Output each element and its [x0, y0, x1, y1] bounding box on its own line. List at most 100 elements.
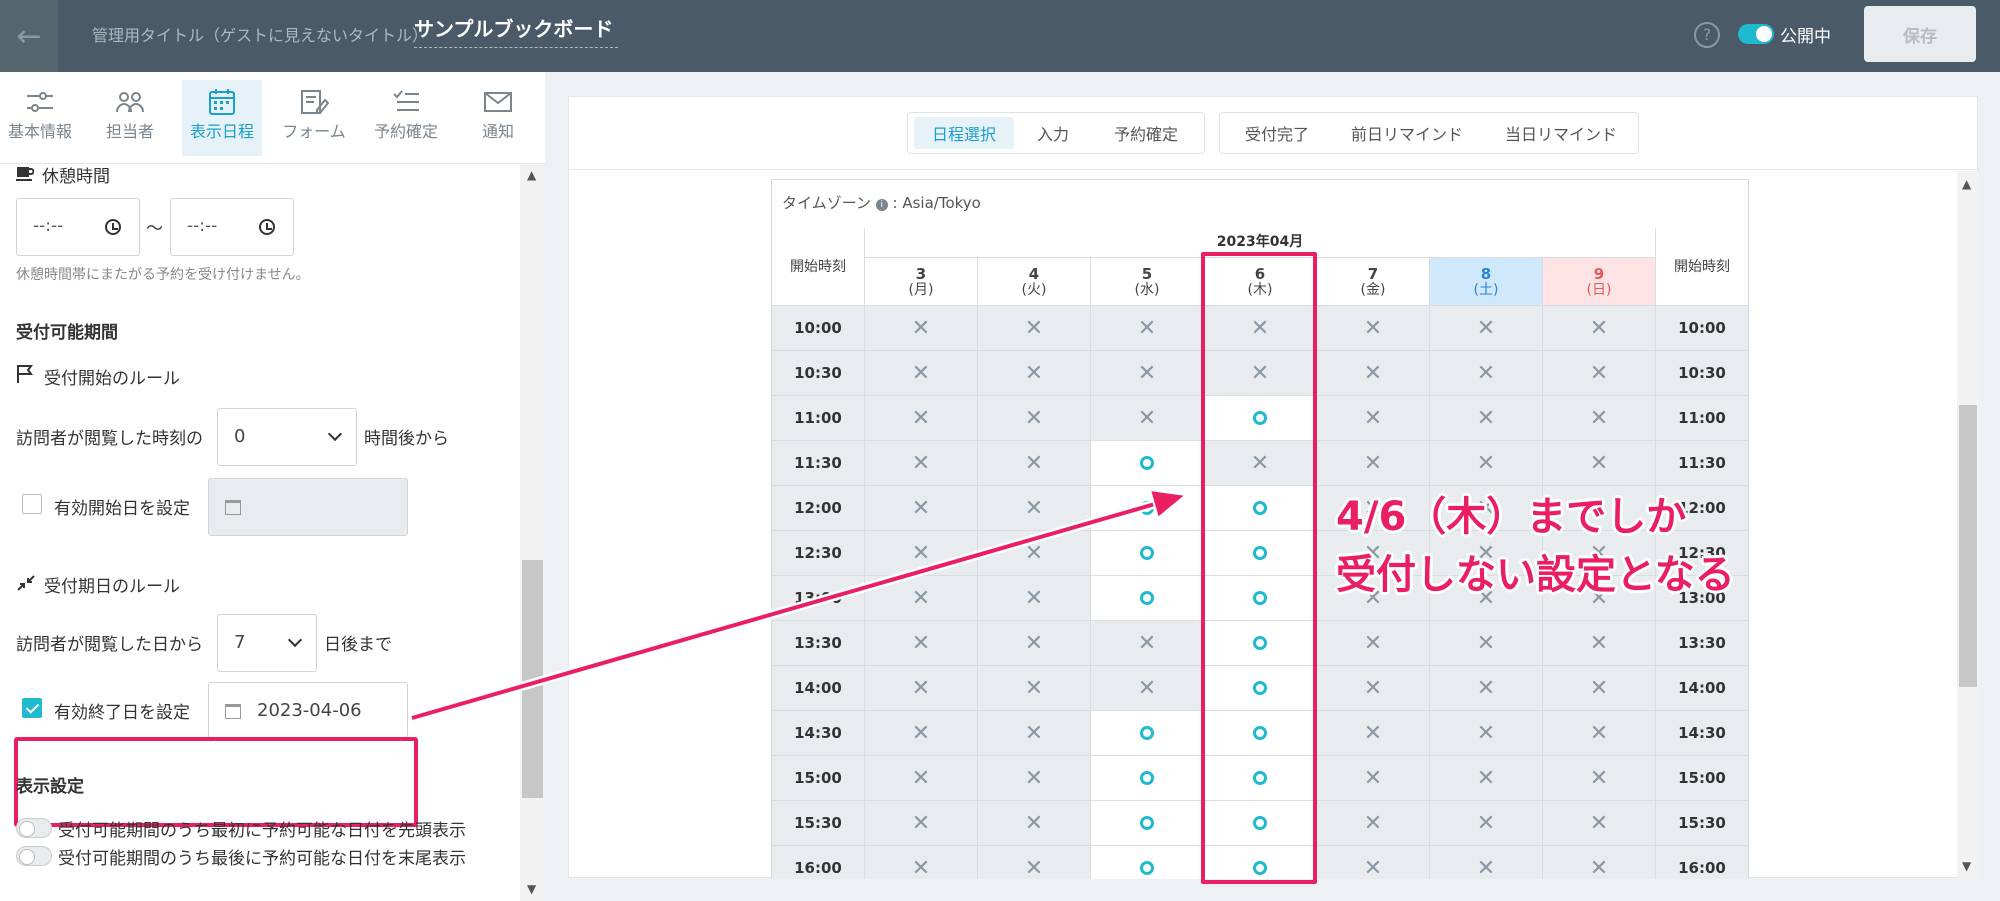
available-slot[interactable] — [1091, 756, 1204, 801]
settings-tabs: 基本情報 担当者 表示日程 フォーム 予約確定 通知 — [0, 72, 545, 164]
unavailable-x-icon: ✕ — [1363, 765, 1383, 791]
unavailable-x-icon: ✕ — [1589, 450, 1609, 476]
left-scrollbar[interactable]: ▲ ▼ — [520, 164, 545, 901]
end-days-select[interactable]: 7 — [217, 614, 317, 672]
publish-toggle[interactable] — [1738, 24, 1774, 44]
step-date-select[interactable]: 日程選択 — [914, 117, 1014, 149]
arrow-left-icon: ← — [16, 18, 42, 54]
scroll-thumb[interactable] — [1959, 405, 1977, 687]
unavailable-x-icon: ✕ — [911, 540, 931, 566]
title-input[interactable]: サンプルブックボード — [414, 14, 618, 48]
end-rule-suffix: 日後まで — [324, 635, 392, 655]
info-icon[interactable]: i — [875, 199, 888, 211]
save-button[interactable]: 保存 — [1864, 6, 1976, 62]
unavailable-x-icon: ✕ — [1589, 675, 1609, 701]
available-slot[interactable] — [1091, 846, 1204, 879]
day-header: 3 (月) — [865, 258, 978, 306]
unavailable-slot: ✕ — [1430, 441, 1543, 486]
tab-notification[interactable]: 通知 — [458, 80, 538, 156]
scroll-thumb[interactable] — [522, 560, 543, 798]
unavailable-x-icon: ✕ — [1137, 405, 1157, 431]
available-slot[interactable] — [1091, 801, 1204, 846]
preview-scrollbar[interactable]: ▲ ▼ — [1957, 171, 1979, 879]
break-end-input[interactable]: --:-- — [170, 198, 294, 256]
show-first-toggle[interactable] — [16, 818, 52, 838]
calendar-icon — [209, 89, 235, 115]
time-label: 14:30 — [772, 711, 865, 756]
day-weekday: (土) — [1473, 281, 1499, 298]
unavailable-x-icon: ✕ — [1589, 405, 1609, 431]
back-button[interactable]: ← — [0, 0, 58, 72]
unavailable-x-icon: ✕ — [1589, 630, 1609, 656]
day-number: 8 — [1480, 264, 1492, 283]
unavailable-slot: ✕ — [978, 531, 1091, 576]
end-date-checkbox[interactable] — [22, 698, 42, 718]
unavailable-x-icon: ✕ — [1363, 315, 1383, 341]
unavailable-slot: ✕ — [1430, 351, 1543, 396]
unavailable-slot: ✕ — [865, 306, 978, 351]
unavailable-slot: ✕ — [978, 801, 1091, 846]
scroll-down-icon[interactable]: ▼ — [527, 882, 536, 896]
break-start-input[interactable]: --:-- — [16, 198, 140, 256]
form-edit-icon — [301, 90, 329, 114]
tab-schedule[interactable]: 表示日程 — [182, 80, 262, 156]
unavailable-x-icon: ✕ — [1024, 855, 1044, 880]
time-text: 10:30 — [794, 364, 842, 382]
unavailable-slot: ✕ — [1317, 306, 1430, 351]
unavailable-slot: ✕ — [978, 666, 1091, 711]
unavailable-x-icon: ✕ — [911, 630, 931, 656]
unavailable-x-icon: ✕ — [1363, 450, 1383, 476]
available-slot[interactable] — [1091, 486, 1204, 531]
show-last-toggle[interactable] — [16, 846, 52, 866]
preview-step-bar: 日程選択 入力 予約確定 受付完了 前日リマインド 当日リマインド — [569, 97, 1979, 170]
start-date-input[interactable] — [208, 478, 408, 536]
available-slot[interactable] — [1091, 576, 1204, 621]
unavailable-x-icon: ✕ — [1024, 585, 1044, 611]
step-input[interactable]: 入力 — [1018, 117, 1088, 149]
tab-basic-info[interactable]: 基本情報 — [0, 80, 80, 156]
scroll-up-icon[interactable]: ▲ — [1962, 177, 1971, 191]
flag-icon — [17, 365, 33, 383]
unavailable-slot: ✕ — [1091, 396, 1204, 441]
step-confirm[interactable]: 予約確定 — [1092, 117, 1200, 149]
unavailable-x-icon: ✕ — [911, 360, 931, 386]
tab-form[interactable]: フォーム — [274, 80, 354, 156]
scroll-down-icon[interactable]: ▼ — [1962, 859, 1971, 873]
available-slot[interactable] — [1091, 711, 1204, 756]
start-date-checkbox[interactable] — [22, 494, 42, 514]
unavailable-slot: ✕ — [1317, 756, 1430, 801]
start-hours-select[interactable]: 0 — [217, 408, 357, 466]
tab-staff[interactable]: 担当者 — [90, 80, 170, 156]
unavailable-x-icon: ✕ — [911, 585, 931, 611]
time-text: 10:00 — [794, 319, 842, 337]
unavailable-x-icon: ✕ — [1589, 315, 1609, 341]
scroll-up-icon[interactable]: ▲ — [527, 168, 536, 182]
unavailable-x-icon: ✕ — [1476, 405, 1496, 431]
available-circle-icon — [1140, 771, 1154, 785]
tab-label: 担当者 — [105, 122, 154, 141]
tab-confirm[interactable]: 予約確定 — [366, 80, 446, 156]
unavailable-slot: ✕ — [1430, 846, 1543, 879]
tab-label: 通知 — [481, 122, 514, 141]
unavailable-slot: ✕ — [978, 396, 1091, 441]
unavailable-x-icon: ✕ — [1589, 720, 1609, 746]
time-label: 10:30 — [772, 351, 865, 396]
day-header: 4 (火) — [978, 258, 1091, 306]
time-text: 15:30 — [794, 814, 842, 832]
step-accepted[interactable]: 受付完了 — [1226, 117, 1328, 149]
unavailable-slot: ✕ — [1091, 306, 1204, 351]
time-label: 12:30 — [772, 531, 865, 576]
help-icon[interactable]: ? — [1694, 22, 1720, 48]
time-label: 10:00 — [1656, 306, 1749, 351]
end-date-input[interactable]: 2023-04-06 — [208, 682, 408, 740]
available-slot[interactable] — [1091, 531, 1204, 576]
clock-icon — [105, 219, 121, 235]
unavailable-x-icon: ✕ — [1476, 360, 1496, 386]
chevron-down-icon — [287, 632, 303, 648]
unavailable-slot: ✕ — [1430, 756, 1543, 801]
step-day-before-reminder[interactable]: 前日リマインド — [1332, 117, 1482, 149]
unavailable-slot: ✕ — [1543, 801, 1656, 846]
step-same-day-reminder[interactable]: 当日リマインド — [1486, 117, 1636, 149]
unavailable-x-icon: ✕ — [1024, 405, 1044, 431]
available-slot[interactable] — [1091, 441, 1204, 486]
